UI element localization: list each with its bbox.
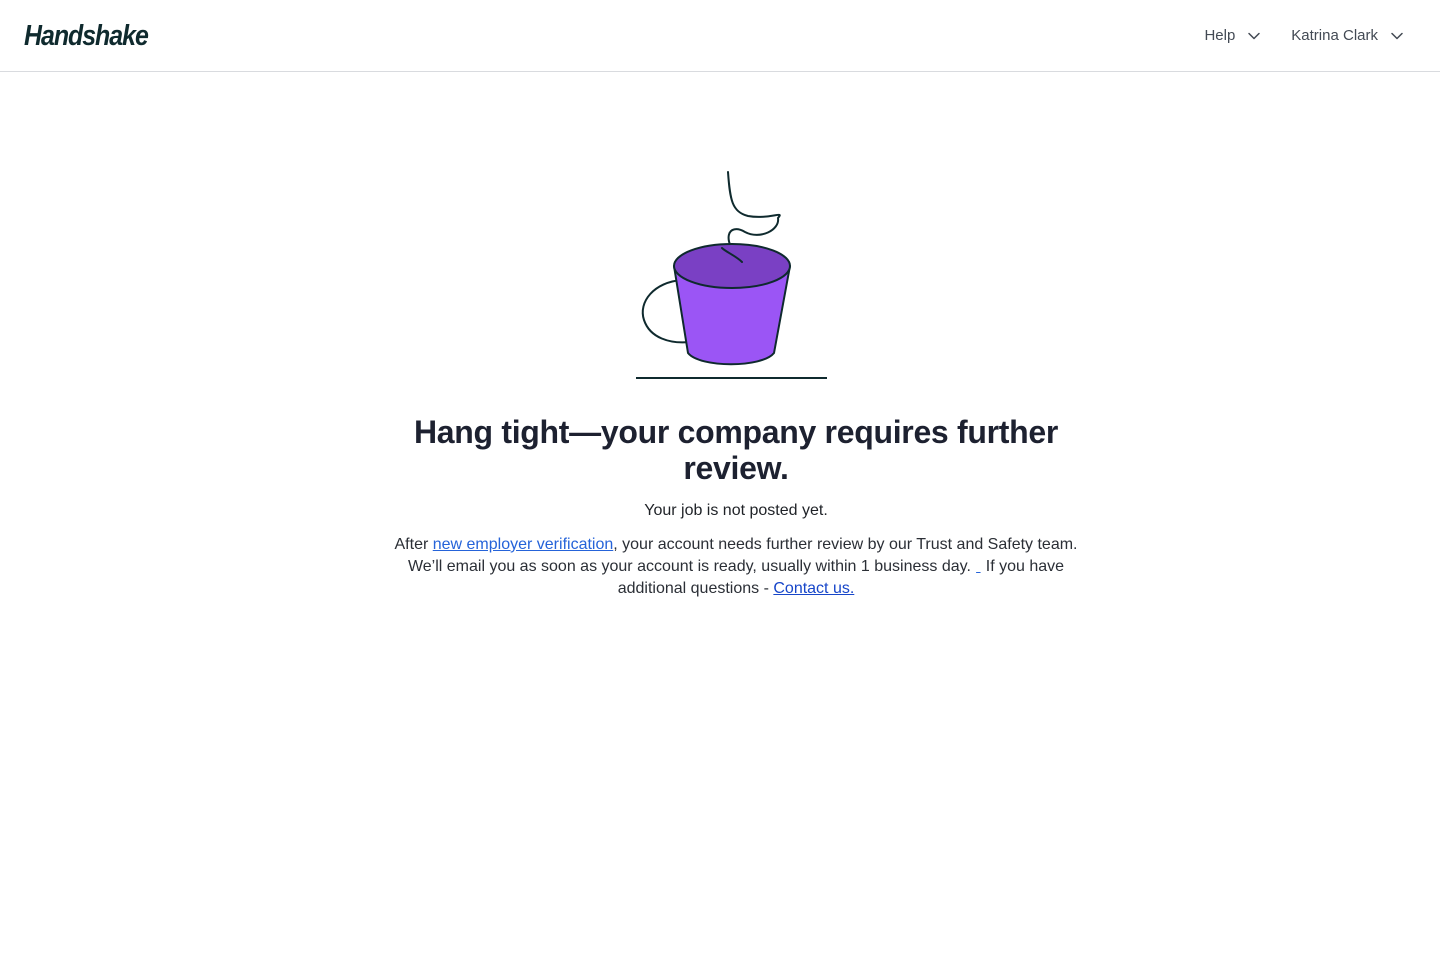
coffee-cup-illustration xyxy=(636,171,827,379)
nav-right-group: Help Katrina Clark xyxy=(1204,24,1404,48)
page-title: Hang tight—your company requires further… xyxy=(413,414,1059,486)
chevron-down-icon xyxy=(1248,32,1261,40)
status-subtitle: Your job is not posted yet. xyxy=(644,502,828,519)
help-menu-label: Help xyxy=(1204,27,1236,44)
contact-us-link[interactable]: Contact us. xyxy=(773,580,854,597)
chevron-down-icon xyxy=(1391,32,1403,40)
user-name-label: Katrina Clark xyxy=(1291,27,1378,44)
handshake-logo[interactable]: Handshake xyxy=(24,18,149,54)
help-menu-button[interactable]: Help xyxy=(1204,24,1261,48)
user-menu-button[interactable]: Katrina Clark xyxy=(1291,24,1404,48)
body-text-start: After xyxy=(394,536,433,553)
employer-verification-link[interactable]: new employer verification xyxy=(433,536,614,553)
review-explanation: After new employer verification, your ac… xyxy=(380,534,1092,600)
top-navigation-bar: Handshake Help Katrina Clark xyxy=(0,0,1440,72)
